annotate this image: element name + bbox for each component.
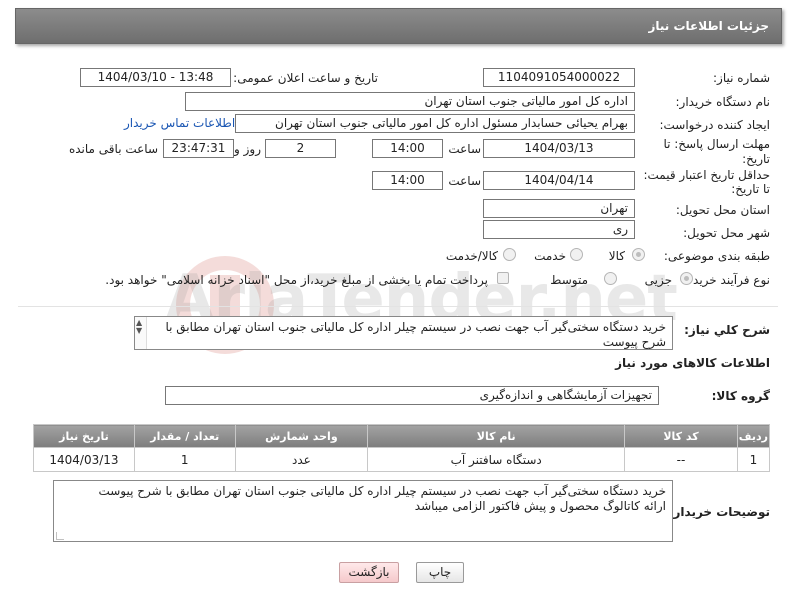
price-validity-date-field: 1404/04/14 (483, 171, 635, 190)
cell-unit: عدد (234, 447, 369, 472)
buyer-contact-link[interactable]: اطلاعات تماس خریدار (124, 116, 235, 130)
cell-row-no: 1 (736, 447, 771, 472)
goods-group-field: تجهیزات آزمایشگاهی و اندازه‌گیری (165, 386, 659, 405)
delivery-city-label: شهر محل تحویل: (683, 226, 770, 240)
col-header-quantity: تعداد / مقدار (133, 424, 236, 448)
description-scrollbar[interactable]: ▲ ▼ (135, 317, 147, 349)
need-number-label: شماره نیاز: (713, 71, 770, 85)
delivery-province-label: استان محل تحویل: (675, 203, 770, 217)
deadline-date-field: 1404/03/13 (483, 139, 635, 158)
print-button[interactable]: چاپ (416, 562, 464, 583)
process-medium-radio[interactable] (604, 272, 617, 285)
cell-item-code: -- (624, 447, 738, 472)
category-goods-service-label: کالا/خدمت (445, 249, 498, 263)
general-description-text: خرید دستگاه سختی‌گیر آب جهت نصب در سیستم… (165, 320, 666, 349)
cell-need-date: 1404/03/13 (33, 447, 135, 472)
need-details-page: AriaTender.net جزئیات اطلاعات نیاز شماره… (0, 0, 788, 598)
price-validity-time-field: 14:00 (372, 171, 443, 190)
resize-handle-icon[interactable] (56, 532, 64, 540)
page-header: جزئیات اطلاعات نیاز (15, 8, 782, 44)
category-label: طبقه بندی موضوعی: (663, 249, 770, 263)
buyer-org-field: اداره کل امور مالیاتی جنوب استان تهران (185, 92, 635, 111)
days-label: روز و (234, 142, 261, 156)
deadline-time-label: ساعت (448, 142, 481, 156)
buyer-org-label: نام دستگاه خریدار: (675, 95, 771, 109)
buyer-notes-textarea[interactable]: خرید دستگاه سختی‌گیر آب جهت نصب در سیستم… (53, 480, 673, 542)
remaining-time-field: 23:47:31 (163, 139, 234, 158)
need-number-field: 1104091054000022 (483, 68, 635, 87)
category-goods-service-radio[interactable] (503, 248, 516, 261)
table-row: 1 -- دستگاه سافتنر آب عدد 1 1404/03/13 (33, 447, 771, 472)
price-validity-label-line2: تا تاریخ: (731, 182, 770, 196)
buyer-notes-label: توضیحات خریدار: (668, 505, 770, 519)
col-header-row-no: ردیف (736, 424, 771, 448)
treasury-payment-note: پرداخت تمام یا بخشی از مبلغ خرید،از محل … (105, 273, 488, 287)
goods-table: ردیف کد کالا نام کالا واحد شمارش تعداد /… (33, 424, 771, 472)
page-title: جزئیات اطلاعات نیاز (648, 19, 769, 33)
requester-label: ایجاد کننده درخواست: (659, 118, 770, 132)
category-service-radio[interactable] (570, 248, 583, 261)
process-minor-radio[interactable] (680, 272, 693, 285)
category-goods-label: کالا (608, 249, 625, 263)
cell-quantity: 1 (133, 447, 236, 472)
col-header-need-date: تاریخ نیاز (33, 424, 135, 448)
announce-datetime-label: تاریخ و ساعت اعلان عمومی: (233, 71, 378, 85)
table-header-row: ردیف کد کالا نام کالا واحد شمارش تعداد /… (33, 424, 771, 448)
delivery-city-field: ری (483, 220, 635, 239)
general-description-textarea[interactable]: ▲ ▼ خرید دستگاه سختی‌گیر آب جهت نصب در س… (134, 316, 673, 350)
deadline-label-line1: مهلت ارسال پاسخ: تا (663, 137, 770, 151)
category-goods-radio[interactable] (632, 248, 645, 261)
remaining-time-label: ساعت باقی مانده (68, 142, 158, 156)
col-header-item-code: کد کالا (624, 424, 738, 448)
delivery-province-field: تهران (483, 199, 635, 218)
back-button[interactable]: بازگشت (339, 562, 399, 583)
price-validity-time-label: ساعت (448, 174, 481, 188)
treasury-payment-checkbox[interactable] (497, 272, 509, 284)
deadline-label-line2: تاریخ: (742, 152, 770, 166)
scroll-down-icon[interactable]: ▼ (136, 327, 142, 335)
buyer-notes-line-2: ارائه کاتالوگ محصول و پیش فاکتور الزامی … (414, 499, 666, 513)
col-header-item-name: نام کالا (367, 424, 626, 448)
process-type-label: نوع فرآیند خرید : (685, 273, 770, 287)
requester-field: بهرام یحیائی حسابدار مسئول اداره کل امور… (235, 114, 635, 133)
days-remaining-field: 2 (265, 139, 336, 158)
cell-item-name: دستگاه سافتنر آب (367, 447, 626, 472)
goods-group-label: گروه کالا: (711, 389, 770, 403)
deadline-time-field: 14:00 (372, 139, 443, 158)
category-service-label: خدمت (534, 249, 566, 263)
announce-datetime-field: 1404/03/10 - 13:48 (80, 68, 231, 87)
process-medium-label: متوسط (550, 273, 588, 287)
goods-info-title: اطلاعات کالاهای مورد نیاز (615, 356, 770, 370)
col-header-unit: واحد شمارش (234, 424, 369, 448)
price-validity-label-line1: حداقل تاریخ اعتبار قیمت: (643, 168, 770, 182)
section-divider (18, 306, 778, 307)
general-description-label: شرح کلي نياز: (684, 323, 770, 337)
buyer-notes-line-1: خرید دستگاه سختی‌گیر آب جهت نصب در سیستم… (98, 484, 666, 498)
process-minor-label: جزیی (644, 273, 672, 287)
